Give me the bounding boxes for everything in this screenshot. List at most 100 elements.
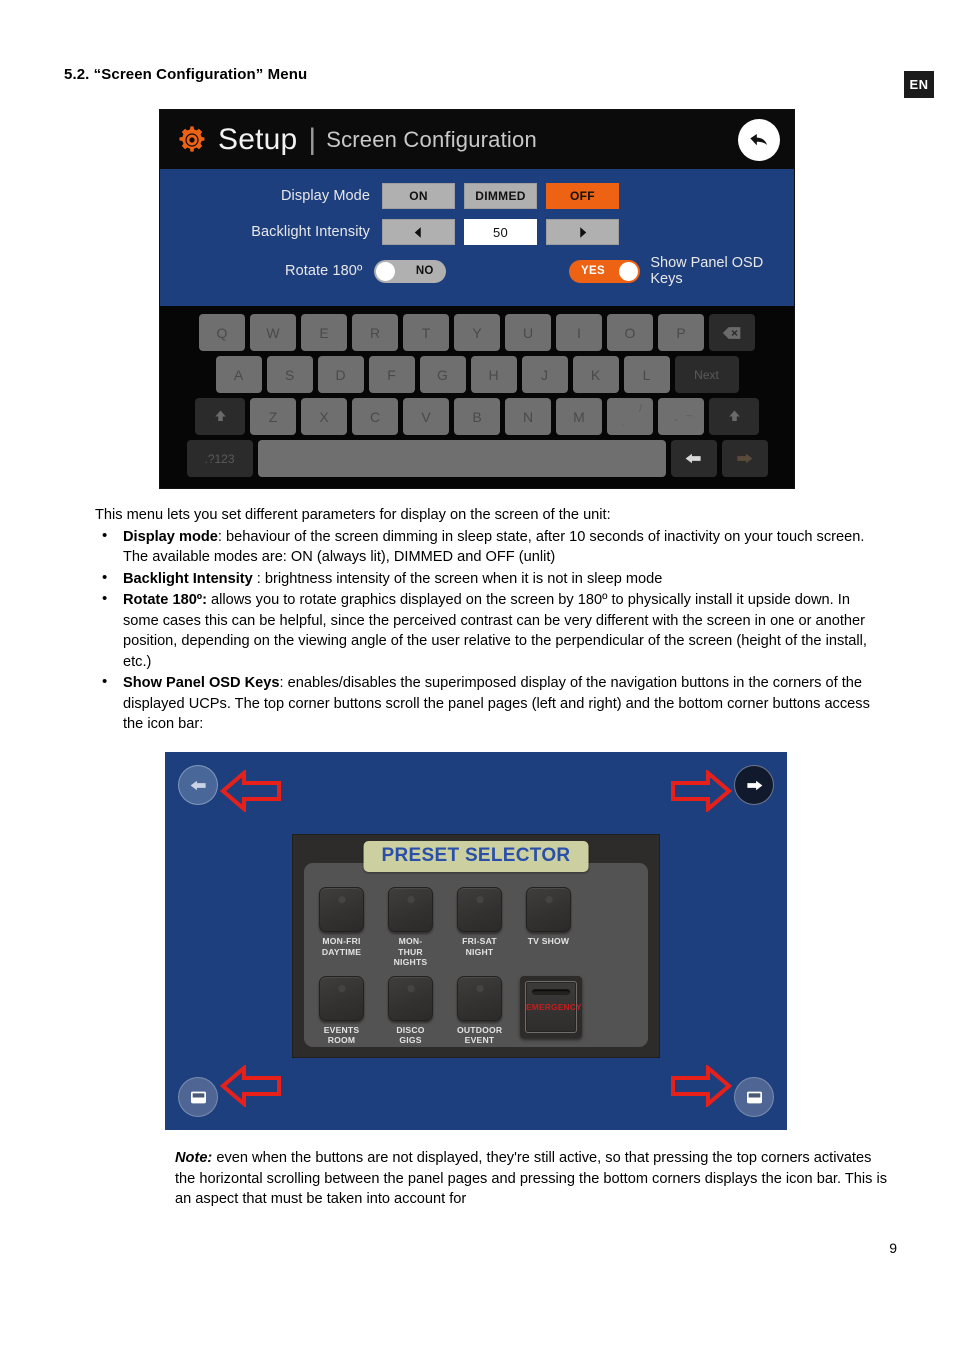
- key-e[interactable]: E: [301, 314, 347, 351]
- key-v[interactable]: V: [403, 398, 449, 435]
- show-panel-osd-keys-label: Show Panel OSD Keys: [650, 255, 764, 287]
- preset-cap: [388, 887, 433, 932]
- setup-settings-panel: Display Mode ON DIMMED OFF Backlight Int…: [160, 169, 794, 306]
- annotation-arrow-right: [670, 1063, 733, 1112]
- preset-label: OUTDOOR EVENT: [457, 1025, 502, 1046]
- shift-key-right[interactable]: [709, 398, 759, 435]
- key-z[interactable]: Z: [250, 398, 296, 435]
- left-arrow-icon: [414, 226, 421, 238]
- rotate-180-value: NO: [415, 265, 434, 277]
- next-key[interactable]: Next: [674, 356, 739, 393]
- shift-key-left[interactable]: [195, 398, 245, 435]
- key-b[interactable]: B: [454, 398, 500, 435]
- led-indicator-icon: [406, 895, 415, 904]
- osd-icon-bar-right-button[interactable]: [734, 1077, 774, 1117]
- right-arrow-icon: [580, 226, 587, 238]
- emergency-button[interactable]: EMERGENCY: [525, 980, 582, 1033]
- key-w[interactable]: W: [250, 314, 296, 351]
- key-d[interactable]: D: [317, 356, 364, 393]
- display-mode-on-button[interactable]: ON: [382, 183, 455, 209]
- key-x[interactable]: X: [301, 398, 347, 435]
- preset-button-grid: MON-FRI DAYTIME MON-THUR NIGHTS FRI-SAT: [319, 887, 637, 1046]
- key-a[interactable]: A: [215, 356, 262, 393]
- preset-button-tv-show[interactable]: TV SHOW: [526, 887, 571, 968]
- backlight-decrement-button[interactable]: [382, 219, 455, 245]
- previous-field-key[interactable]: [670, 440, 717, 477]
- key-s[interactable]: S: [266, 356, 313, 393]
- key-u[interactable]: U: [505, 314, 551, 351]
- key-dash-underscore[interactable]: _ -: [658, 398, 704, 435]
- list-item: Rotate 180º: allows you to rotate graphi…: [95, 589, 885, 672]
- shift-up-icon: [214, 410, 226, 421]
- rotate-180-toggle[interactable]: NO: [374, 259, 446, 283]
- toggle-knob: [376, 261, 396, 281]
- preset-button-outdoor-event[interactable]: OUTDOOR EVENT: [457, 975, 502, 1046]
- key-f[interactable]: F: [368, 356, 415, 393]
- setup-title-bar: Setup | Screen Configuration: [160, 110, 794, 169]
- preset-button-fri-sat-night[interactable]: FRI-SAT NIGHT: [457, 887, 502, 968]
- annotation-arrow-right: [670, 768, 733, 817]
- back-button[interactable]: [738, 118, 780, 161]
- keyboard-row-4: .?123: [167, 440, 787, 477]
- preset-button-events-room[interactable]: EVENTS ROOM: [319, 975, 364, 1046]
- preset-label-line2: DAYTIME: [321, 946, 362, 957]
- preset-label-line2: NIGHT: [465, 946, 494, 957]
- key-c[interactable]: C: [352, 398, 398, 435]
- key-q[interactable]: Q: [199, 314, 245, 351]
- left-arrow-icon: [190, 780, 206, 790]
- backlight-intensity-value[interactable]: 50: [464, 219, 537, 245]
- list-item: Backlight Intensity : brightness intensi…: [95, 568, 885, 590]
- key-o[interactable]: O: [607, 314, 653, 351]
- ucp-panel-screenshot: PRESET SELECTOR MON-FRI DAYTIME MON-THUR…: [165, 752, 787, 1130]
- key-r[interactable]: R: [352, 314, 398, 351]
- key-i[interactable]: I: [556, 314, 602, 351]
- key-p[interactable]: P: [658, 314, 704, 351]
- toggles-row: Rotate 180º NO YES Show Panel OSD Keys: [160, 255, 794, 287]
- key-y[interactable]: Y: [454, 314, 500, 351]
- key-g[interactable]: G: [419, 356, 466, 393]
- left-arrow-icon: [685, 453, 701, 464]
- bullet-term: Rotate 180º:: [123, 592, 207, 608]
- backspace-key[interactable]: [709, 314, 755, 351]
- key-t[interactable]: T: [403, 314, 449, 351]
- display-mode-off-button[interactable]: OFF: [546, 183, 619, 209]
- preset-button-mon-thur-nights[interactable]: MON-THUR NIGHTS: [388, 887, 433, 968]
- preset-label-line1: EVENTS: [323, 1024, 360, 1035]
- preset-button-mon-fri-daytime[interactable]: MON-FRI DAYTIME: [319, 887, 364, 968]
- preset-label: EVENTS ROOM: [319, 1025, 364, 1046]
- led-indicator-icon: [337, 983, 346, 993]
- led-indicator-icon: [475, 983, 484, 993]
- space-key[interactable]: [257, 440, 666, 477]
- key-m[interactable]: M: [556, 398, 602, 435]
- show-panel-osd-keys-toggle[interactable]: YES: [569, 259, 641, 283]
- display-mode-row: Display Mode ON DIMMED OFF: [160, 183, 794, 209]
- icon-bar-icon: [190, 1091, 206, 1103]
- preset-label-line1: FRI-SAT: [462, 936, 497, 946]
- next-field-key[interactable]: [721, 440, 768, 477]
- bullet-term: Backlight Intensity: [123, 570, 253, 587]
- osd-scroll-right-button[interactable]: [734, 765, 774, 805]
- display-mode-dimmed-button[interactable]: DIMMED: [464, 183, 537, 209]
- key-h[interactable]: H: [470, 356, 517, 393]
- key-j[interactable]: J: [521, 356, 568, 393]
- symbols-key[interactable]: .?123: [186, 440, 253, 477]
- preset-label: DISCO GIGS: [388, 1025, 433, 1046]
- preset-cap: [526, 887, 571, 932]
- osd-icon-bar-left-button[interactable]: [178, 1077, 218, 1117]
- backlight-increment-button[interactable]: [546, 219, 619, 245]
- keyboard-row-3: Z X C V B N M / . _ -: [167, 398, 787, 435]
- osd-scroll-left-button[interactable]: [178, 765, 218, 805]
- key-k[interactable]: K: [572, 356, 619, 393]
- emergency-label: EMERGENCY: [526, 1001, 582, 1012]
- key-n[interactable]: N: [505, 398, 551, 435]
- feature-list: Display mode: behaviour of the screen di…: [95, 526, 885, 735]
- emergency-slot-icon: [532, 988, 570, 995]
- setup-subtitle: Screen Configuration: [326, 126, 537, 152]
- setup-screen-screenshot: Setup | Screen Configuration Display Mod…: [159, 109, 795, 489]
- preset-button-disco-gigs[interactable]: DISCO GIGS: [388, 975, 433, 1046]
- key-period-slash[interactable]: / .: [607, 398, 653, 435]
- on-screen-keyboard: Q W E R T Y U I O P A S D F G H J K L Ne…: [160, 306, 794, 488]
- annotation-arrow-left: [219, 1063, 282, 1112]
- key-l[interactable]: L: [623, 356, 670, 393]
- icon-bar-icon: [746, 1091, 762, 1103]
